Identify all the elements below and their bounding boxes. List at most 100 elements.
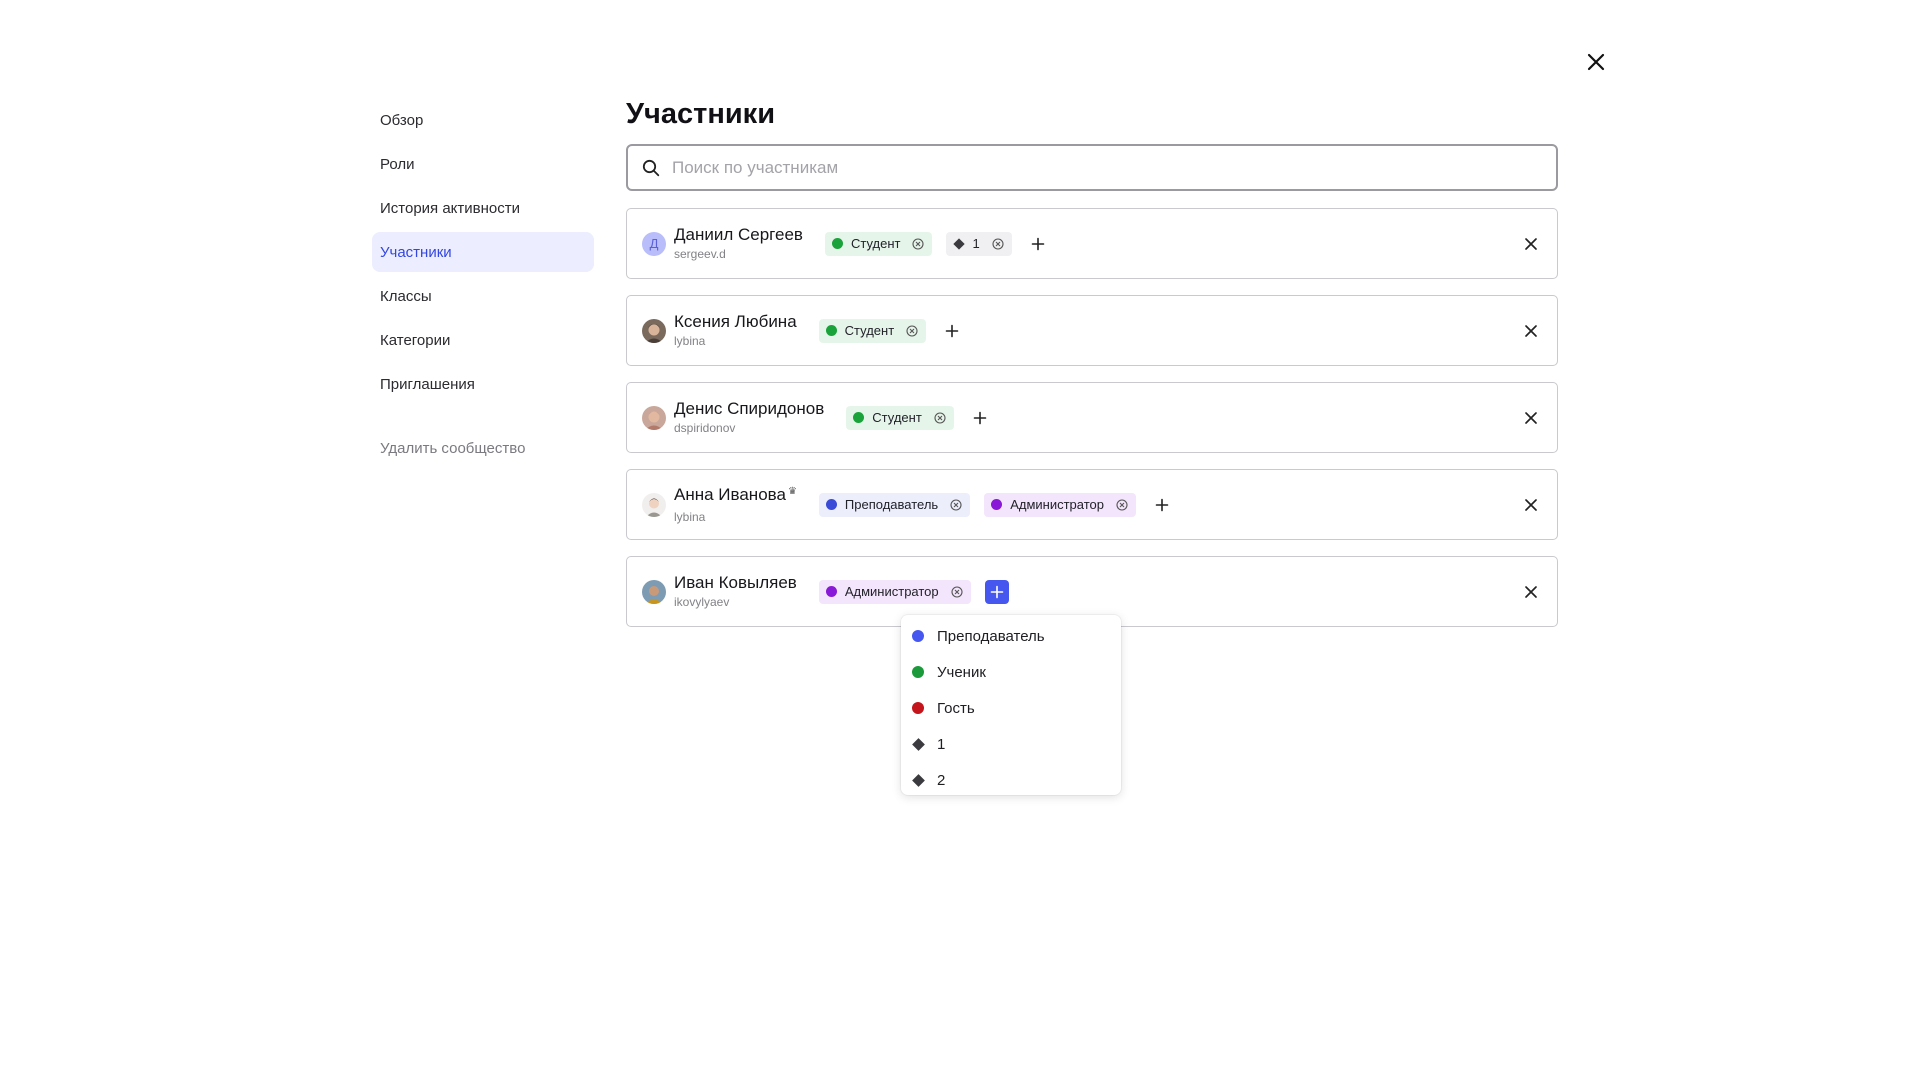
add-role-button[interactable] [1150,493,1174,517]
plus-icon [945,324,959,337]
member-name: Иван Ковыляев [674,573,797,592]
class-diamond-icon [912,737,925,751]
member-login: lybina [674,509,706,524]
member-login: lybina [674,334,706,348]
member-row: Денис Спиридонов dspiridonov Студент [626,382,1558,453]
remove-tag-icon [950,498,962,511]
remove-member-button[interactable] [1521,408,1541,428]
plus-icon [990,585,1003,598]
sidebar-item-classes[interactable]: Классы [372,276,594,316]
remove-member-button[interactable] [1521,495,1541,515]
dropdown-item-guest[interactable]: Гость [901,690,1121,726]
remove-tag-button[interactable] [1116,498,1128,511]
plus-icon [1155,498,1169,511]
add-role-button[interactable] [984,579,1009,604]
member-name: Анна Иванова ♛ [674,485,797,508]
class-diamond-icon [912,773,925,787]
class-diamond-icon [953,237,966,250]
role-color-dot [825,499,837,510]
remove-tag-icon [951,585,963,598]
avatar: Д [642,231,666,256]
remove-member-button[interactable] [1521,321,1541,341]
role-tag: Администратор [818,579,971,604]
dropdown-item-class-2[interactable]: 2 [901,762,1121,798]
class-tag-label: 1 [972,236,980,251]
remove-tag-icon [906,324,918,337]
remove-tag-icon [1116,498,1128,511]
remove-tag-button[interactable] [950,498,962,511]
member-name: Даниил Сергеев [674,225,803,244]
member-row: Д Даниил Сергеев sergeev.d Студент 1 [626,208,1558,279]
avatar [642,579,666,604]
dropdown-item-label: 1 [937,735,946,753]
sidebar-item-overview[interactable]: Обзор [372,100,594,140]
member-row: Ксения Любина lybina Студент [626,295,1558,366]
member-name: Ксения Любина [674,312,797,331]
role-tag: Студент [846,405,954,430]
role-tag-label: Преподаватель [844,497,939,512]
remove-member-button[interactable] [1521,582,1541,602]
avatar [642,318,666,343]
role-tag-label: Администратор [1010,497,1104,512]
dropdown-item-teacher[interactable]: Преподаватель [901,618,1121,654]
page-title: Участники [626,98,776,130]
delete-community-button[interactable]: Удалить сообщество [372,428,594,468]
settings-sidebar: Обзор Роли История активности Участники … [372,100,594,472]
dropdown-item-label: Преподаватель [937,627,1045,645]
close-icon [1525,498,1537,511]
remove-member-button[interactable] [1521,234,1541,254]
sidebar-item-categories[interactable]: Категории [372,320,594,360]
role-tag-label: Студент [850,236,901,251]
add-role-button[interactable] [968,406,992,430]
sidebar-item-members[interactable]: Участники [372,232,594,272]
role-color-dot [912,630,924,642]
dropdown-item-label: 2 [937,771,946,789]
owner-crown-icon: ♛ [787,485,797,497]
avatar [642,492,666,517]
plus-icon [973,411,987,424]
role-tag: Студент [818,318,927,343]
role-color-dot [825,325,837,336]
add-role-button[interactable] [1026,232,1050,256]
role-color-dot [912,666,924,678]
member-row: Анна Иванова ♛ lybina Преподаватель Админ… [626,469,1558,540]
remove-tag-button[interactable] [934,411,946,424]
remove-tag-icon [912,237,925,250]
dropdown-item-pupil[interactable]: Ученик [901,654,1121,690]
remove-tag-button[interactable] [912,237,925,250]
role-tag-label: Студент [844,323,895,338]
plus-icon [1031,237,1045,250]
members-panel: Участники Д Даниил Сергеев sergeev.d Сту… [626,96,1558,643]
role-color-dot [853,412,865,423]
sidebar-item-activity-history[interactable]: История активности [372,188,594,228]
role-tag-label: Администратор [844,584,939,599]
remove-tag-button[interactable] [951,585,963,598]
avatar [642,405,666,430]
remove-tag-icon [934,411,946,424]
role-tag-label: Студент [872,410,922,425]
role-color-dot [991,499,1003,510]
close-dialog-button[interactable] [1582,48,1610,76]
member-login: sergeev.d [674,247,726,261]
remove-tag-button[interactable] [906,324,918,337]
role-color-dot [912,702,924,714]
member-search[interactable] [626,144,1558,191]
member-name: Денис Спиридонов [674,399,825,418]
role-tag: Администратор [984,492,1136,517]
add-role-button[interactable] [940,319,964,343]
sidebar-item-roles[interactable]: Роли [372,144,594,184]
search-input[interactable] [672,146,1556,189]
close-icon [1525,585,1537,598]
class-tag: 1 [946,231,1012,256]
dropdown-item-label: Ученик [937,663,986,681]
role-color-dot [831,238,843,249]
sidebar-item-invitations[interactable]: Приглашения [372,364,594,404]
close-icon [1525,237,1537,250]
dropdown-item-label: Гость [937,699,975,717]
remove-tag-button[interactable] [992,237,1004,250]
role-tag: Преподаватель [818,492,971,517]
dropdown-item-class-1[interactable]: 1 [901,726,1121,762]
member-login: ikovylyaev [674,595,730,609]
member-name-text: Анна Иванова [674,484,786,504]
role-dropdown-menu: Преподаватель Ученик Гость 1 2 [901,615,1121,795]
